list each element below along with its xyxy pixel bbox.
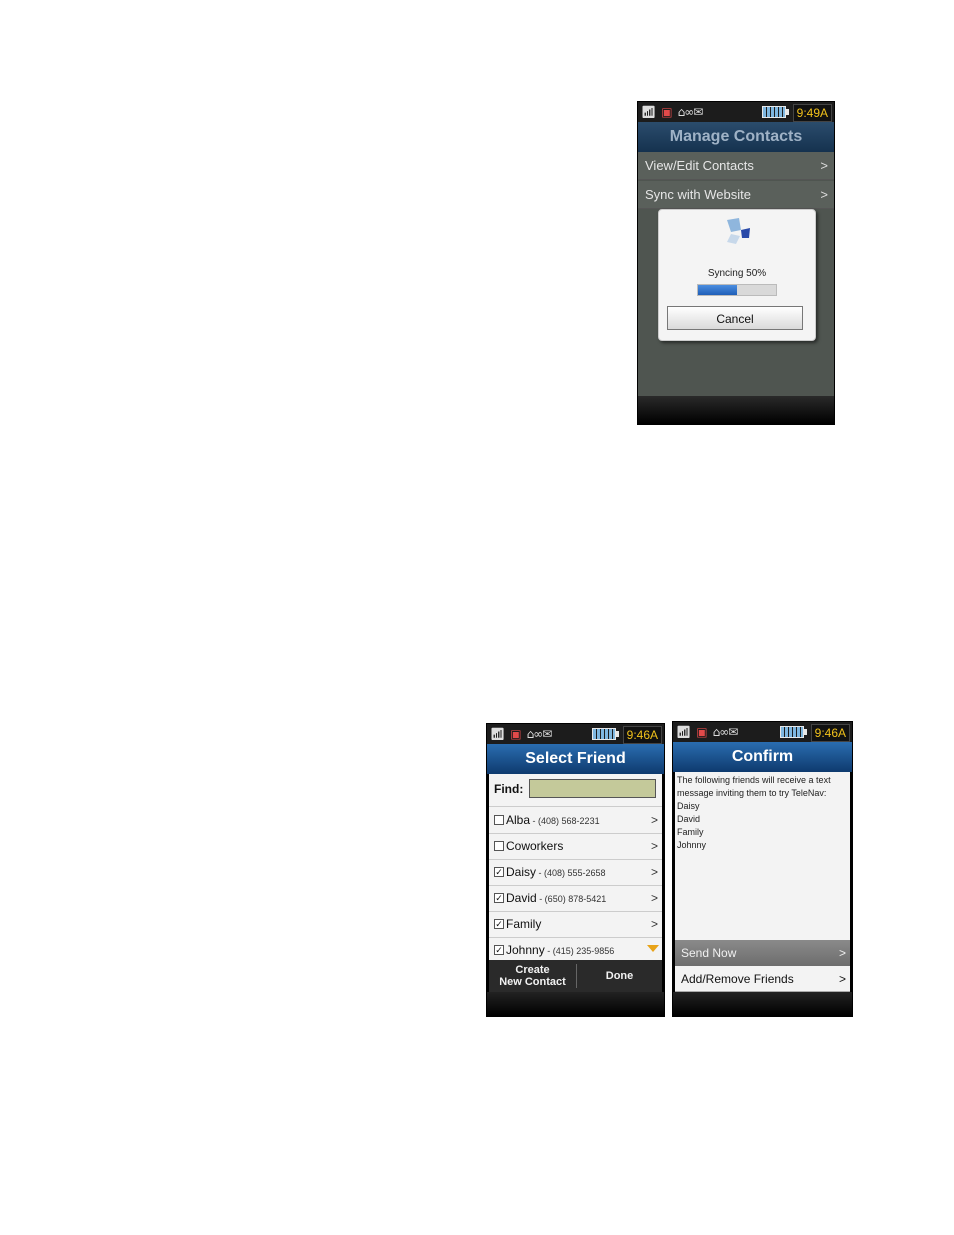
confirm-message-block: The following friends will receive a tex… — [677, 774, 846, 852]
friend-name: David — [506, 891, 537, 905]
done-button[interactable]: Done — [577, 960, 662, 992]
scroll-down-icon[interactable] — [647, 945, 659, 952]
status-bar: 📶︎ ▣ ⌂∞✉ 9:49A — [638, 102, 834, 122]
friend-name: Alba — [506, 813, 531, 827]
status-bar: 📶︎ ▣ ⌂∞✉ 9:46A — [487, 724, 664, 744]
chevron-right-icon: > — [650, 917, 658, 931]
chevron-right-icon: > — [820, 187, 828, 202]
friend-list: Find: Alba - (408) 568-2231 > Coworkers … — [489, 774, 662, 960]
chevron-right-icon: > — [650, 891, 658, 905]
page-title: Manage Contacts — [638, 122, 834, 152]
battery-icon — [592, 728, 619, 740]
checkbox[interactable]: ✓ — [494, 919, 504, 929]
sync-status-text: Syncing 50% — [707, 268, 767, 279]
status-bar: 📶︎ ▣ ⌂∞✉ 9:46A — [673, 722, 852, 742]
sync-icon — [727, 218, 750, 244]
softkey-label-line2: New Contact — [499, 976, 566, 988]
checkbox[interactable]: ✓ — [494, 867, 504, 877]
checkbox[interactable]: ✓ — [494, 945, 504, 955]
signal-icon: 📶︎ — [490, 727, 506, 741]
battery-icon — [780, 726, 807, 738]
friend-row-family[interactable]: ✓ Family > — [489, 911, 662, 938]
sync-progress-bar — [697, 284, 777, 296]
softkey-label-line1: Create — [515, 964, 550, 976]
friend-phone: - (408) 555-2658 — [536, 868, 606, 878]
phone-screen-confirm: 📶︎ ▣ ⌂∞✉ 9:46A Confirm The following fri… — [672, 721, 853, 1017]
add-remove-friends-button[interactable]: Add/Remove Friends > — [675, 966, 850, 992]
connection-icons: ⌂∞✉ — [712, 725, 739, 739]
friend-name: Family — [506, 917, 542, 931]
softkey-bar: Create New Contact Done — [489, 960, 662, 992]
phone-screen-manage-contacts: 📶︎ ▣ ⌂∞✉ 9:49A Manage Contacts View/Edit… — [637, 101, 835, 425]
signal-icon: 📶︎ — [641, 105, 657, 119]
3g-icon: ▣ — [510, 727, 522, 741]
chevron-right-icon: > — [838, 946, 846, 960]
checkbox[interactable] — [494, 841, 504, 851]
recipient: Johnny — [677, 840, 707, 850]
bottom-bar — [638, 396, 834, 424]
menu-item-label: View/Edit Contacts — [645, 158, 754, 173]
chevron-right-icon: > — [820, 158, 828, 173]
menu-item-label: Sync with Website — [645, 187, 751, 202]
checkbox[interactable]: ✓ — [494, 893, 504, 903]
chevron-right-icon: > — [650, 839, 658, 853]
recipient-list: Daisy David Family Johnny — [677, 800, 846, 852]
friend-phone: - (650) 878-5421 — [536, 894, 607, 904]
connection-icons: ⌂∞✉ — [526, 727, 553, 741]
progress-fill — [698, 285, 737, 295]
3g-icon: ▣ — [696, 725, 708, 739]
create-new-contact-button[interactable]: Create New Contact — [489, 960, 576, 992]
chevron-right-icon: > — [838, 972, 846, 986]
friend-name: Daisy — [506, 865, 537, 879]
confirm-message: The following friends will receive a tex… — [677, 775, 831, 798]
menu-item-view-edit-contacts[interactable]: View/Edit Contacts > — [638, 152, 834, 180]
action-label: Add/Remove Friends — [681, 972, 794, 986]
find-row: Find: — [489, 774, 662, 807]
page-title: Confirm — [673, 742, 852, 772]
clock: 9:46A — [810, 724, 850, 742]
action-label: Send Now — [681, 946, 737, 960]
page-title: Select Friend — [487, 744, 664, 774]
chevron-right-icon: > — [650, 865, 658, 879]
recipient: Daisy — [677, 801, 700, 811]
clock: 9:49A — [792, 104, 832, 122]
friend-name: Coworkers — [506, 839, 564, 853]
friend-phone: - (415) 235-9856 — [544, 946, 615, 956]
find-input[interactable] — [529, 779, 656, 798]
friend-phone: - (408) 568-2231 — [530, 816, 600, 826]
checkbox[interactable] — [494, 815, 504, 825]
phone-screen-select-friend: 📶︎ ▣ ⌂∞✉ 9:46A Select Friend Find: Alba … — [486, 723, 665, 1017]
3g-icon: ▣ — [661, 105, 673, 119]
chevron-right-icon: > — [650, 813, 658, 827]
friend-row-coworkers[interactable]: Coworkers > — [489, 833, 662, 860]
bottom-bar — [487, 992, 664, 1016]
friend-row-alba[interactable]: Alba - (408) 568-2231 > — [489, 807, 662, 834]
confirm-body: The following friends will receive a tex… — [675, 772, 850, 940]
find-label: Find: — [494, 782, 524, 796]
friend-name: Johnny — [506, 943, 545, 957]
clock: 9:46A — [622, 726, 662, 744]
send-now-button[interactable]: Send Now > — [675, 940, 850, 966]
battery-icon — [762, 106, 789, 118]
bottom-bar — [673, 992, 852, 1016]
connection-icons: ⌂∞✉ — [677, 105, 704, 119]
recipient: David — [677, 814, 701, 824]
signal-icon: 📶︎ — [676, 725, 692, 739]
cancel-button[interactable]: Cancel — [667, 306, 803, 330]
menu-item-sync-with-website[interactable]: Sync with Website > — [638, 181, 834, 209]
friend-row-daisy[interactable]: ✓ Daisy - (408) 555-2658 > — [489, 859, 662, 886]
recipient: Family — [677, 827, 704, 837]
friend-row-david[interactable]: ✓ David - (650) 878-5421 > — [489, 885, 662, 912]
sync-dialog: Syncing 50% Cancel — [658, 209, 816, 341]
